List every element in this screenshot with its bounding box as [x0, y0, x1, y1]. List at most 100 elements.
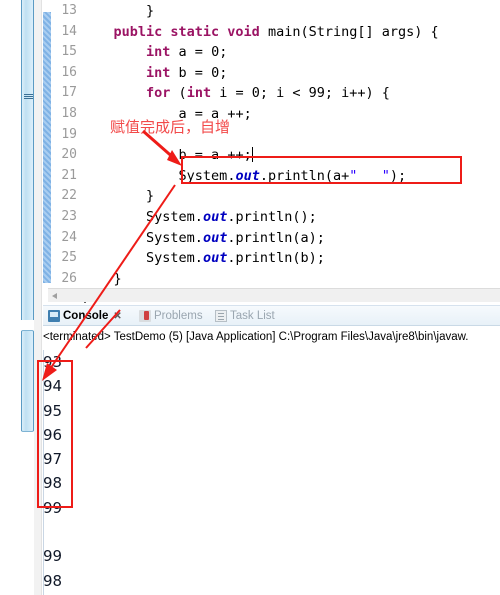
console-line: 95 [43, 401, 63, 420]
code-token-kw: int [186, 85, 220, 102]
code-token-kw: int [146, 64, 179, 81]
console-line: 97 [43, 450, 63, 469]
line-number: 21 [61, 167, 77, 183]
code-line[interactable]: System.out.println(a); [81, 228, 500, 249]
code-token-plain: System. [178, 167, 236, 184]
editor-gutter[interactable] [43, 0, 51, 303]
close-icon[interactable]: ✕ [113, 311, 121, 322]
line-number: 16 [61, 64, 77, 80]
console-line: 94 [43, 377, 63, 396]
code-token-kw: for [146, 85, 179, 102]
code-line[interactable]: public static void main(String[] args) { [81, 22, 500, 43]
code-line[interactable]: int b = 0; [81, 63, 500, 84]
line-number: 22 [61, 188, 77, 204]
code-token-plain: b = [178, 64, 212, 81]
code-token-kw: int [146, 44, 179, 61]
restore-view-icon[interactable] [24, 93, 33, 102]
console-line: 93 [43, 353, 63, 371]
line-number: 25 [61, 250, 77, 266]
code-token-plain: } [113, 270, 122, 287]
line-number: 26 [61, 270, 77, 286]
line-number: 18 [61, 105, 77, 121]
code-token-plain: ); [389, 167, 407, 184]
line-number: 19 [61, 126, 77, 142]
fast-view-bar-bottom[interactable] [21, 330, 34, 432]
scroll-left-arrow-icon[interactable] [52, 293, 57, 299]
code-token-plain: ( [178, 85, 187, 102]
code-token-plain: main(String[] args) { [267, 23, 439, 40]
line-number: 23 [61, 208, 77, 224]
code-token-kw: public static void [113, 23, 268, 40]
code-line[interactable]: System.out.println(b); [81, 248, 500, 269]
line-number: 24 [61, 229, 77, 245]
code-line[interactable]: a = a ++; [81, 104, 500, 125]
text-caret [251, 147, 253, 163]
code-token-plain: System. [146, 208, 203, 225]
code-token-plain: b = a ++; [178, 147, 252, 164]
console-output[interactable]: 93 94 95 96 97 98 99 99 98 [43, 350, 500, 595]
code-token-num: 0; [211, 64, 228, 81]
code-line[interactable]: } [81, 1, 500, 22]
code-token-fld: out [202, 250, 228, 267]
code-token-plain: a = a ++; [178, 105, 252, 122]
code-token-plain: } [146, 3, 155, 19]
code-token-plain: System. [146, 250, 203, 267]
code-token-plain: a = [178, 44, 212, 61]
code-token-plain: .println(); [227, 208, 317, 225]
code-line[interactable]: } [81, 269, 500, 290]
code-token-num: 0; [211, 44, 228, 61]
code-token-fld: out [202, 208, 228, 225]
code-line[interactable]: System.out.println(a+" "); [81, 166, 500, 187]
tab-label: Task List [230, 310, 275, 322]
code-token-plain: System. [146, 229, 203, 246]
console-line: 99 [43, 547, 63, 566]
tab-console[interactable]: Console ✕ [48, 307, 122, 325]
problems-icon [139, 310, 151, 322]
code-token-str: " " [349, 167, 390, 184]
monitor-icon [48, 310, 60, 322]
console-line: 99 [43, 498, 63, 517]
code-line[interactable]: for (int i = 0; i < 99; i++) { [81, 83, 500, 104]
line-number: 20 [61, 147, 77, 163]
code-line[interactable]: b = a ++; [43, 145, 500, 166]
line-number: 17 [61, 85, 77, 101]
line-number: 15 [61, 44, 77, 60]
gutter-change-marker [43, 12, 51, 283]
console-line: 96 [43, 425, 63, 444]
code-token-plain: .println(a); [227, 229, 325, 246]
tab-task-list[interactable]: Task List [215, 307, 275, 325]
line-number: 14 [61, 23, 77, 39]
code-token-fld: out [235, 167, 260, 184]
fast-view-bar-top[interactable] [21, 0, 34, 320]
view-tab-bar: Console ✕ Problems Task List [43, 306, 500, 326]
code-editor[interactable]: 131415161718192021222324252627 } public … [43, 0, 500, 303]
code-line[interactable]: System.out.println(); [81, 207, 500, 228]
line-number-ruler: 131415161718192021222324252627 [51, 0, 77, 303]
code-token-fld: out [202, 229, 228, 246]
tab-label: Console [63, 310, 109, 322]
console-line: 98 [43, 474, 63, 493]
code-token-plain: .println(b); [227, 250, 325, 267]
code-line[interactable]: } [81, 186, 500, 207]
tab-problems[interactable]: Problems [139, 307, 203, 325]
code-line[interactable]: int a = 0; [81, 42, 500, 63]
tab-label: Problems [154, 310, 203, 322]
code-text[interactable]: } public static void main(String[] args)… [43, 0, 500, 303]
code-line[interactable] [81, 125, 500, 146]
launch-config-line: <terminated> TestDemo (5) [Java Applicat… [43, 331, 469, 343]
editor-horizontal-scrollbar[interactable] [48, 288, 500, 302]
task-list-icon [215, 310, 227, 322]
